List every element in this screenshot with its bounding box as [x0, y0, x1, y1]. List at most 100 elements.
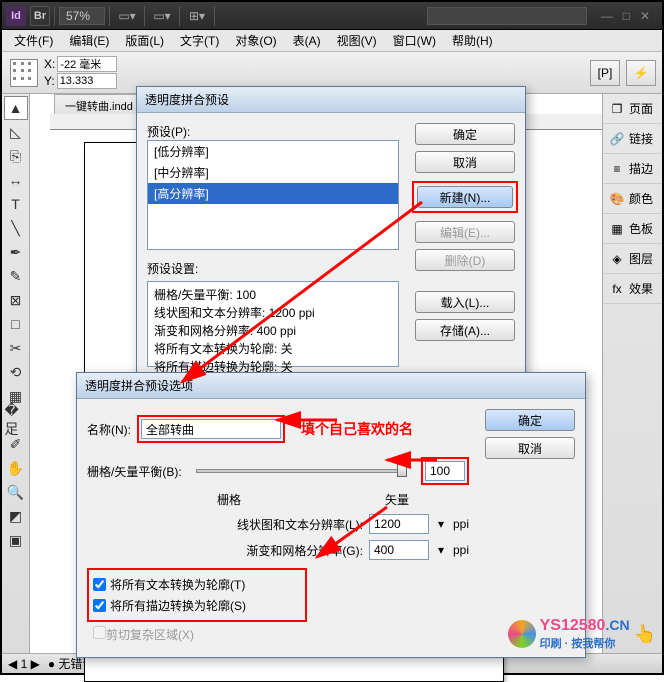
- preset-item-high[interactable]: [高分辨率]: [148, 183, 398, 204]
- presets-label: 预设(P):: [147, 123, 399, 140]
- rectangle-tool-icon[interactable]: □: [4, 312, 28, 336]
- settings-display: 栅格/矢量平衡: 100 线状图和文本分辨率: 1200 ppi 渐变和网格分辨…: [147, 281, 399, 367]
- indesign-logo-icon: Id: [6, 6, 26, 26]
- tool-panel: ▲ ◺ ⎘ ↔ T ╲ ✒ ✎ ⊠ □ ✂ ⟲ ▦ �足 ✐ ✋ 🔍 ◩ ▣: [2, 94, 30, 653]
- search-input[interactable]: [427, 7, 587, 25]
- menubar: 文件(F) 编辑(E) 版面(L) 文字(T) 对象(O) 表(A) 视图(V)…: [2, 30, 662, 52]
- res2-input[interactable]: [369, 540, 429, 560]
- preview-mode-icon[interactable]: ▣: [4, 528, 28, 552]
- save-button[interactable]: 存储(A)...: [415, 319, 515, 341]
- bridge-logo-icon[interactable]: Br: [30, 6, 50, 26]
- zoom-select[interactable]: 57%: [59, 7, 105, 25]
- pen-tool-icon[interactable]: ✒: [4, 240, 28, 264]
- balance-input[interactable]: [425, 461, 465, 481]
- settings-label: 预设设置:: [147, 260, 399, 277]
- menu-window[interactable]: 窗口(W): [385, 32, 444, 49]
- edit-button: 编辑(E)...: [415, 221, 515, 243]
- app-topbar: Id Br 57% ▭▾ ▭▾ ⊞▾ — □ ✕: [2, 2, 662, 30]
- view-mode-icon[interactable]: ▭▾: [114, 6, 140, 26]
- chk-stroke-outlines[interactable]: [93, 599, 106, 612]
- ok2-button[interactable]: 确定: [485, 409, 575, 431]
- dialog-title: 透明度拼合预设: [137, 87, 525, 113]
- hand-tool-icon[interactable]: ✋: [4, 456, 28, 480]
- delete-button: 删除(D): [415, 249, 515, 271]
- direct-selection-tool-icon[interactable]: ◺: [4, 120, 28, 144]
- load-button[interactable]: 载入(L)...: [415, 291, 515, 313]
- scissors-tool-icon[interactable]: ✂: [4, 336, 28, 360]
- pencil-tool-icon[interactable]: ✎: [4, 264, 28, 288]
- reference-point-icon[interactable]: [10, 59, 38, 87]
- cancel2-button[interactable]: 取消: [485, 437, 575, 459]
- links-icon: 🔗: [609, 131, 625, 147]
- panel-stroke[interactable]: ≡描边: [603, 154, 662, 184]
- menu-table[interactable]: 表(A): [285, 32, 329, 49]
- panels-dock: ❐页面 🔗链接 ≡描边 🎨颜色 ▦色板 ◈图层 fx效果: [602, 94, 662, 653]
- flattener-options-dialog: 透明度拼合预设选项 名称(N): 填个自己喜欢的名 栅格/矢量平衡(B): 栅格…: [76, 372, 586, 658]
- balance-label: 栅格/矢量平衡(B):: [87, 463, 182, 480]
- menu-help[interactable]: 帮助(H): [444, 32, 501, 49]
- character-panel-icon[interactable]: [P]: [590, 60, 620, 86]
- panel-swatches[interactable]: ▦色板: [603, 214, 662, 244]
- effects-icon: fx: [609, 281, 625, 297]
- presets-listbox[interactable]: [低分辨率] [中分辨率] [高分辨率]: [147, 140, 399, 250]
- panel-layers[interactable]: ◈图层: [603, 244, 662, 274]
- x-label: X:: [44, 57, 55, 71]
- screen-mode-icon[interactable]: ▭▾: [149, 6, 175, 26]
- preset-item-low[interactable]: [低分辨率]: [148, 141, 398, 162]
- panel-links[interactable]: 🔗链接: [603, 124, 662, 154]
- checkbox-group: 将所有文本转换为轮廓(T) 将所有描边转换为轮廓(S): [87, 568, 307, 622]
- balance-slider[interactable]: [397, 463, 407, 477]
- menu-layout[interactable]: 版面(L): [117, 32, 172, 49]
- zoom-tool-icon[interactable]: 🔍: [4, 480, 28, 504]
- pointer-icon: 👆: [634, 624, 656, 645]
- menu-file[interactable]: 文件(F): [6, 32, 61, 49]
- ok-button[interactable]: 确定: [415, 123, 515, 145]
- pages-icon: ❐: [609, 101, 625, 117]
- note-tool-icon[interactable]: �足: [4, 408, 28, 432]
- page-navigator[interactable]: ◀ 1 ▶: [8, 657, 40, 671]
- transform-tool-icon[interactable]: ⟲: [4, 360, 28, 384]
- res1-label: 线状图和文本分辨率(L):: [237, 516, 363, 533]
- panel-effects[interactable]: fx效果: [603, 274, 662, 304]
- cancel-button[interactable]: 取消: [415, 151, 515, 173]
- swatches-icon: ▦: [609, 221, 625, 237]
- eyedropper-tool-icon[interactable]: ✐: [4, 432, 28, 456]
- color-icon: 🎨: [609, 191, 625, 207]
- x-input[interactable]: [57, 56, 117, 72]
- panel-color[interactable]: 🎨颜色: [603, 184, 662, 214]
- maximize-icon[interactable]: □: [623, 9, 630, 23]
- menu-view[interactable]: 视图(V): [329, 32, 385, 49]
- name-input[interactable]: [141, 419, 281, 439]
- close-icon[interactable]: ✕: [640, 9, 650, 23]
- quick-apply-icon[interactable]: ⚡: [626, 60, 656, 86]
- chk-clip-complex: [93, 626, 106, 639]
- watermark: YS12580.CN 印刷 · 按我帮你 👆: [508, 617, 656, 651]
- menu-object[interactable]: 对象(O): [227, 32, 284, 49]
- flattener-presets-dialog: 透明度拼合预设 预设(P): [低分辨率] [中分辨率] [高分辨率] 预设设置…: [136, 86, 526, 378]
- fill-stroke-icon[interactable]: ◩: [4, 504, 28, 528]
- layers-icon: ◈: [609, 251, 625, 267]
- y-input[interactable]: [57, 73, 117, 89]
- y-label: Y:: [44, 74, 55, 88]
- type-tool-icon[interactable]: T: [4, 192, 28, 216]
- name-label: 名称(N):: [87, 421, 131, 438]
- menu-type[interactable]: 文字(T): [172, 32, 227, 49]
- dialog2-title: 透明度拼合预设选项: [77, 373, 585, 399]
- res2-label: 渐变和网格分辨率(G):: [246, 542, 363, 559]
- watermark-logo-icon: [508, 620, 536, 648]
- arrange-icon[interactable]: ⊞▾: [184, 6, 210, 26]
- panel-pages[interactable]: ❐页面: [603, 94, 662, 124]
- frame-tool-icon[interactable]: ⊠: [4, 288, 28, 312]
- page-tool-icon[interactable]: ⎘: [4, 144, 28, 168]
- annotation-text: 填个自己喜欢的名: [301, 419, 413, 439]
- res1-input[interactable]: [369, 514, 429, 534]
- gap-tool-icon[interactable]: ↔: [4, 168, 28, 192]
- new-button[interactable]: 新建(N)...: [417, 186, 513, 208]
- preset-item-med[interactable]: [中分辨率]: [148, 162, 398, 183]
- minimize-icon[interactable]: —: [601, 9, 613, 23]
- chk-text-outlines[interactable]: [93, 578, 106, 591]
- line-tool-icon[interactable]: ╲: [4, 216, 28, 240]
- stroke-icon: ≡: [609, 161, 625, 177]
- menu-edit[interactable]: 编辑(E): [61, 32, 117, 49]
- selection-tool-icon[interactable]: ▲: [4, 96, 28, 120]
